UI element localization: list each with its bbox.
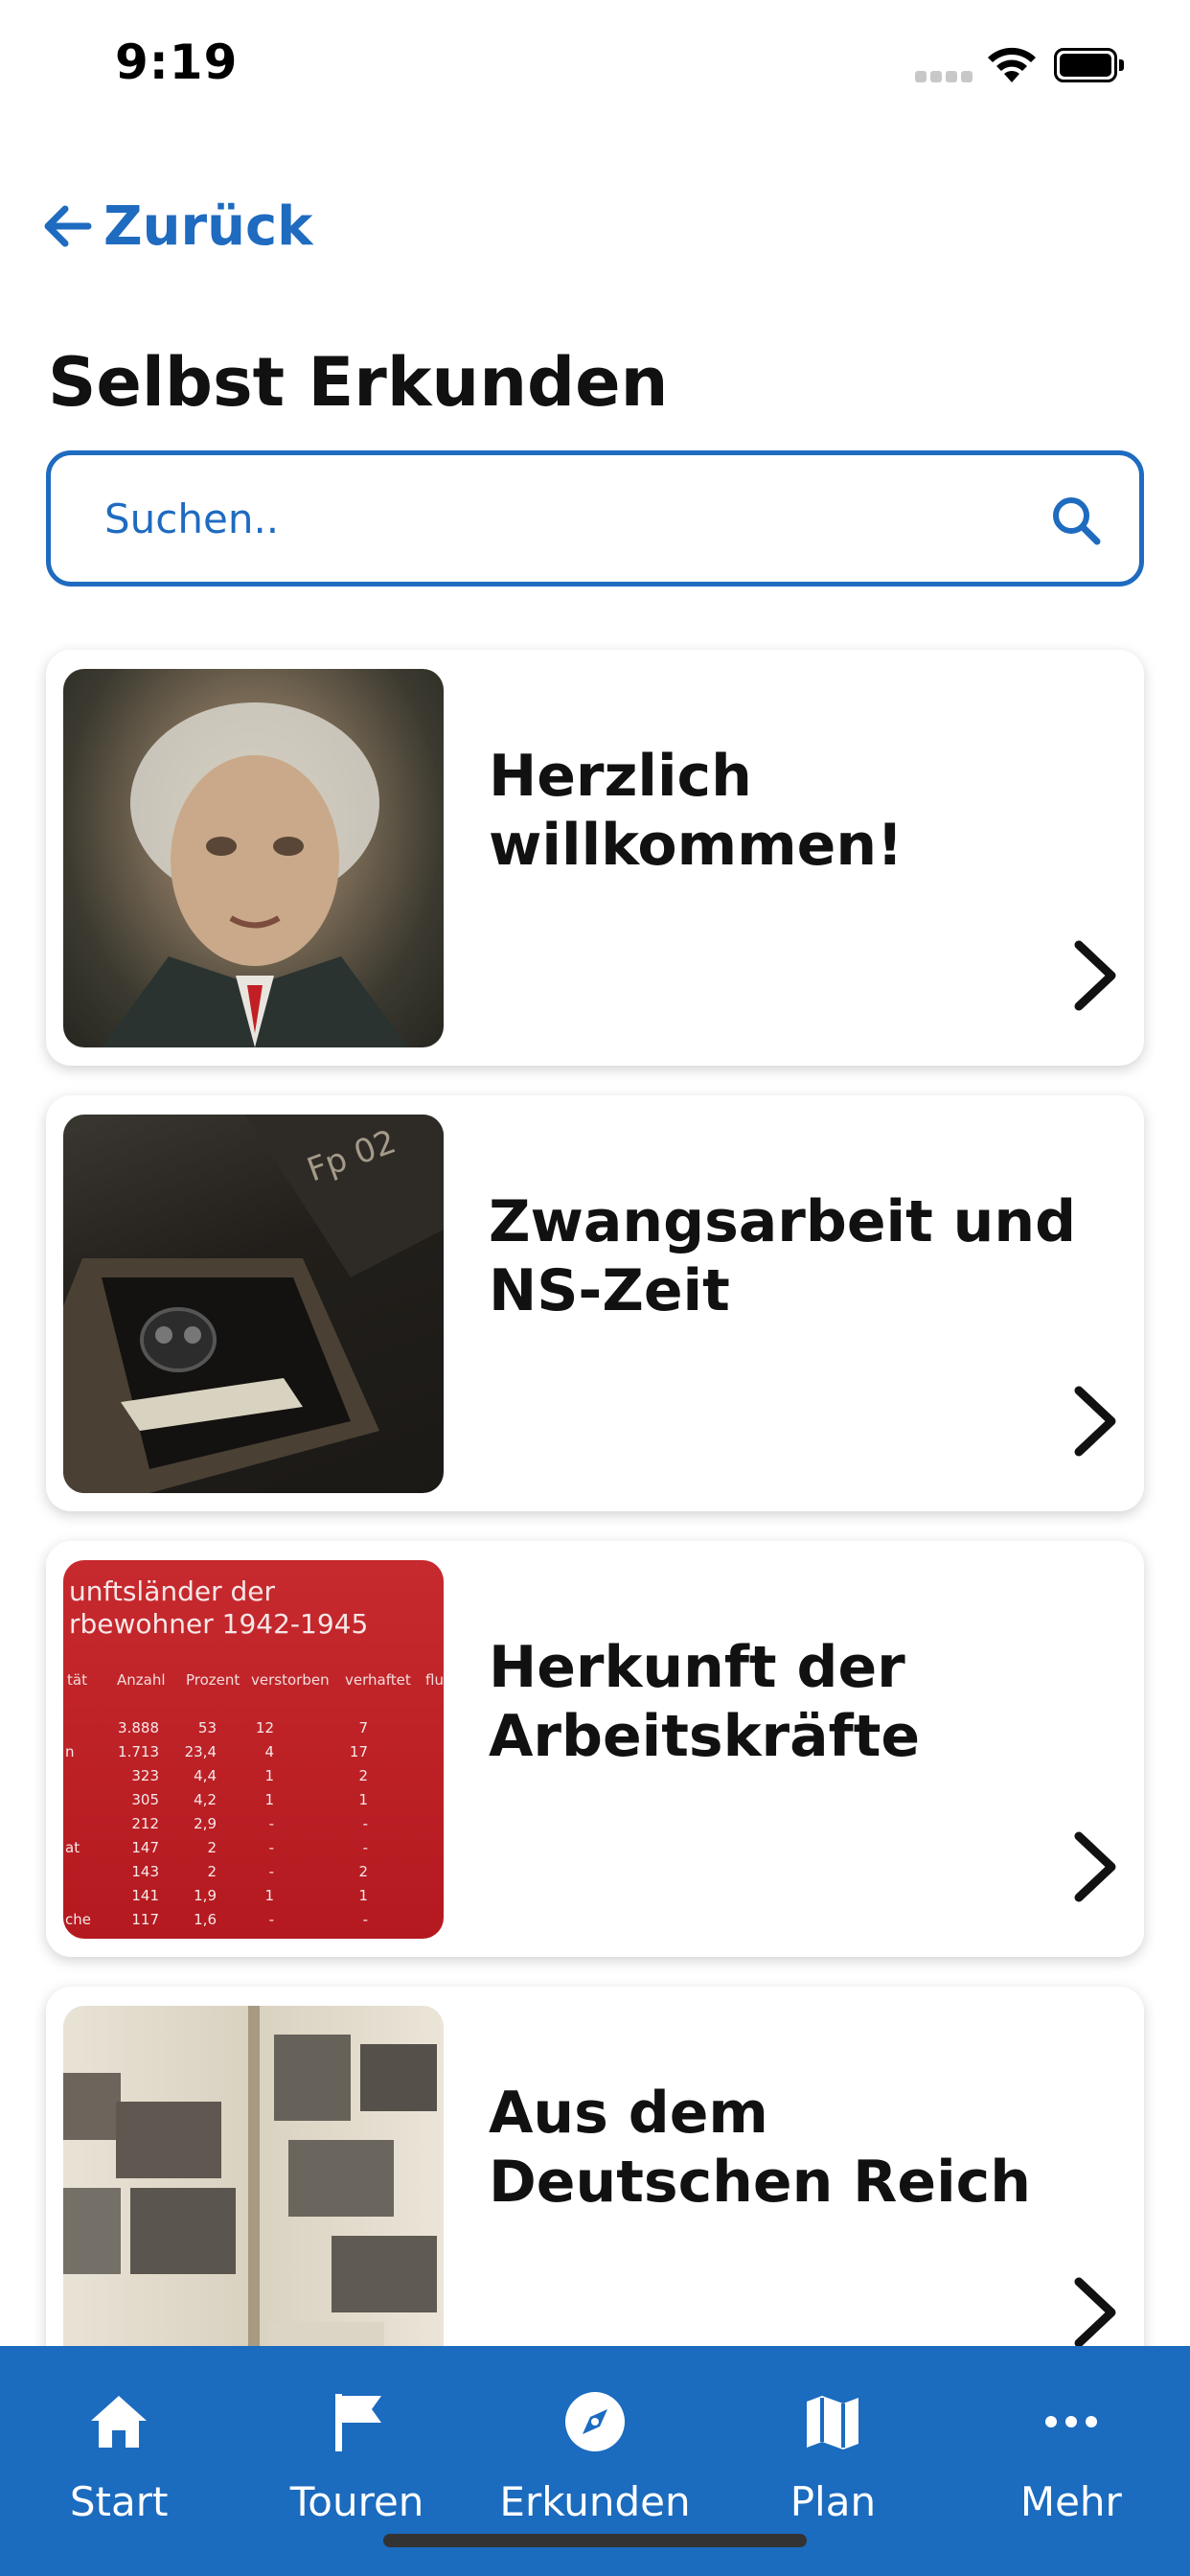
more-icon: [1044, 2416, 1097, 2427]
table-cell: 23,4: [185, 1743, 217, 1760]
table-cell: 7: [358, 1719, 368, 1736]
table-cell: -: [363, 1815, 368, 1832]
compass-icon: [565, 2392, 626, 2451]
card-image-statistics-table: unftsländer der rbewohner 1942-1945 tät A…: [63, 1560, 444, 1939]
table-cell: at: [65, 1839, 80, 1856]
table-cell: 2: [358, 1863, 368, 1880]
table-heading-line-1: unftsländer der: [69, 1576, 276, 1607]
table-cell: 2,9: [194, 1815, 217, 1832]
table-cell: 1,9: [194, 1887, 217, 1904]
table-cell: 3.888: [118, 1719, 159, 1736]
table-cell: -: [269, 1863, 274, 1880]
chevron-right-icon: [1074, 2277, 1116, 2348]
table-cell: 1: [358, 1887, 368, 1904]
table-column-header: Prozent: [186, 1671, 240, 1689]
table-cell: 4: [264, 1743, 274, 1760]
table-cell: 2: [207, 1863, 217, 1880]
wifi-icon: [988, 47, 1036, 82]
search-input[interactable]: [104, 494, 967, 543]
card-title: Zwangsarbeit und NS-Zeit: [489, 1188, 1077, 1324]
table-cell: -: [269, 1911, 274, 1928]
tab-label: Plan: [790, 2478, 877, 2525]
map-icon: [807, 2396, 859, 2450]
table-cell: 147: [131, 1839, 159, 1856]
table-cell: -: [269, 1815, 274, 1832]
table-cell: 117: [131, 1911, 159, 1928]
search-icon[interactable]: [1047, 492, 1105, 549]
table-cell: -: [269, 1839, 274, 1856]
table-cell: 4,2: [194, 1791, 217, 1808]
table-column-header: flu: [425, 1671, 444, 1689]
tab-label: Touren: [289, 2478, 424, 2525]
card-welcome[interactable]: Herzlich willkommen!: [46, 650, 1144, 1066]
flag-icon: [334, 2394, 381, 2451]
table-cell: 323: [131, 1767, 159, 1784]
table-cell: 1.713: [118, 1743, 159, 1760]
tab-label: Start: [69, 2478, 169, 2525]
tab-label: Mehr: [1019, 2478, 1122, 2525]
table-cell: 305: [131, 1791, 159, 1808]
table-cell: 1: [264, 1791, 274, 1808]
table-cell: 1: [264, 1767, 274, 1784]
status-bar: 9:19: [0, 0, 1190, 129]
table-cell: che: [65, 1911, 91, 1928]
card-image-photo-album: [63, 2006, 444, 2384]
table-cell: 143: [131, 1863, 159, 1880]
cellular-signal-icon: [915, 71, 973, 82]
search-box[interactable]: [46, 450, 1144, 586]
table-column-header: tät: [67, 1671, 87, 1689]
card-image-portrait: [63, 669, 444, 1047]
card-origin-of-workers[interactable]: unftsländer der rbewohner 1942-1945 tät A…: [46, 1541, 1144, 1957]
table-heading-line-2: rbewohner 1942-1945: [69, 1608, 368, 1640]
chevron-right-icon: [1074, 940, 1116, 1011]
card-title: Herzlich willkommen!: [489, 743, 904, 879]
table-cell: 1: [264, 1887, 274, 1904]
table-cell: -: [363, 1911, 368, 1928]
tab-label: Erkunden: [499, 2478, 691, 2525]
back-label: Zurück: [103, 195, 313, 258]
home-indicator: [383, 2534, 807, 2547]
table-column-header: verhaftet: [345, 1671, 411, 1689]
status-time: 9:19: [115, 34, 239, 90]
arrow-left-icon: [44, 205, 92, 247]
battery-icon: [1054, 48, 1124, 82]
table-column-header: verstorben: [251, 1671, 330, 1689]
table-cell: 212: [131, 1815, 159, 1832]
table-cell: 1,6: [194, 1911, 217, 1928]
card-from-german-reich[interactable]: Aus dem Deutschen Reich: [46, 1987, 1144, 2403]
tab-start[interactable]: Start: [0, 2346, 238, 2576]
table-cell: -: [363, 1839, 368, 1856]
card-forced-labour[interactable]: Fp 02 Zwangsarbeit und NS-Zeit: [46, 1095, 1144, 1511]
table-cell: 2: [358, 1767, 368, 1784]
page-title: Selbst Erkunden: [48, 343, 669, 422]
table-column-header: Anzahl: [117, 1671, 166, 1689]
back-button[interactable]: Zurück: [40, 188, 312, 264]
card-image-box: Fp 02: [63, 1115, 444, 1493]
card-title: Aus dem Deutschen Reich: [489, 2080, 1031, 2216]
table-cell: 1: [358, 1791, 368, 1808]
tab-mehr[interactable]: Mehr: [952, 2346, 1190, 2576]
table-cell: 12: [256, 1719, 274, 1736]
table-cell: 141: [131, 1887, 159, 1904]
table-cell: n: [65, 1743, 75, 1760]
table-cell: 17: [350, 1743, 368, 1760]
chevron-right-icon: [1074, 1831, 1116, 1902]
table-cell: 4,4: [194, 1767, 217, 1784]
table-cell: 53: [198, 1719, 217, 1736]
home-icon: [91, 2396, 148, 2448]
card-title: Herkunft der Arbeitskräfte: [489, 1634, 921, 1770]
chevron-right-icon: [1074, 1386, 1116, 1457]
table-cell: 2: [207, 1839, 217, 1856]
